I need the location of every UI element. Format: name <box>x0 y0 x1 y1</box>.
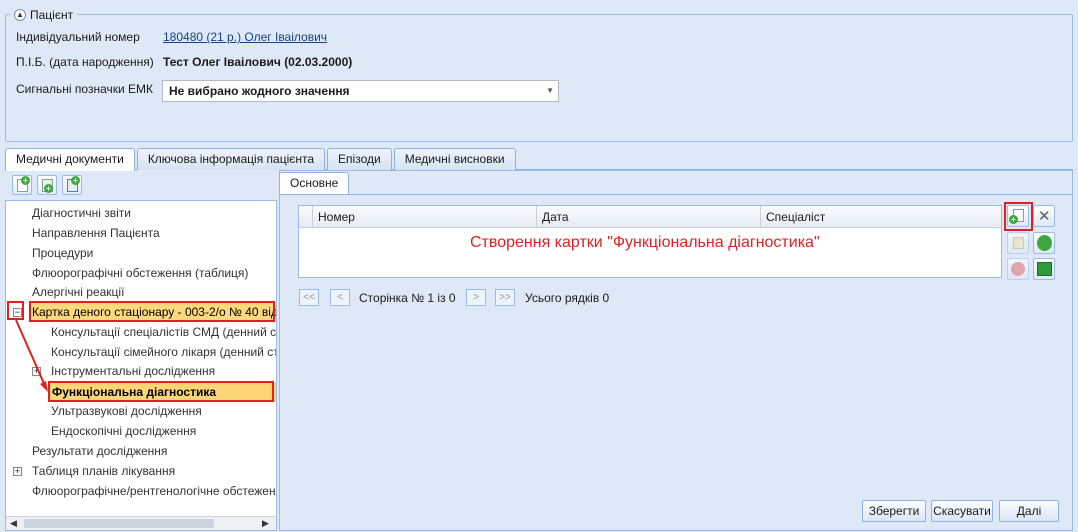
cancel-button[interactable]: Скасувати <box>931 500 993 522</box>
open-button[interactable] <box>1007 232 1029 254</box>
export-button[interactable] <box>1033 258 1055 280</box>
last-page-button[interactable]: >> <box>495 289 515 306</box>
save-button[interactable]: Зберегти <box>862 500 926 522</box>
next-page-button[interactable]: > <box>466 289 486 306</box>
column-date[interactable]: Дата <box>536 206 760 228</box>
box-icon <box>1013 237 1024 249</box>
annotation-text: Створення картки "Функціональна діагност… <box>470 234 820 251</box>
total-rows: Усього рядків 0 <box>525 291 610 305</box>
grid-header: Номер Дата Спеціаліст <box>299 206 1001 228</box>
annotation-box-create <box>1004 202 1033 231</box>
first-page-button[interactable]: << <box>299 289 319 306</box>
next-button[interactable]: Далі <box>999 500 1059 522</box>
column-specialist[interactable]: Спеціаліст <box>760 206 1003 228</box>
image-icon <box>1037 262 1052 276</box>
page-indicator: Сторінка № 1 із 0 <box>359 291 456 305</box>
tab-main[interactable]: Основне <box>279 172 350 194</box>
column-number[interactable]: Номер <box>312 206 536 228</box>
forbidden-icon <box>1011 262 1025 276</box>
delete-button[interactable] <box>1007 258 1029 280</box>
refresh-icon <box>1037 235 1052 251</box>
tools-button[interactable]: ✕ <box>1033 205 1055 227</box>
tools-icon: ✕ <box>1038 208 1051 225</box>
refresh-button[interactable] <box>1033 232 1055 254</box>
prev-page-button[interactable]: < <box>330 289 350 306</box>
